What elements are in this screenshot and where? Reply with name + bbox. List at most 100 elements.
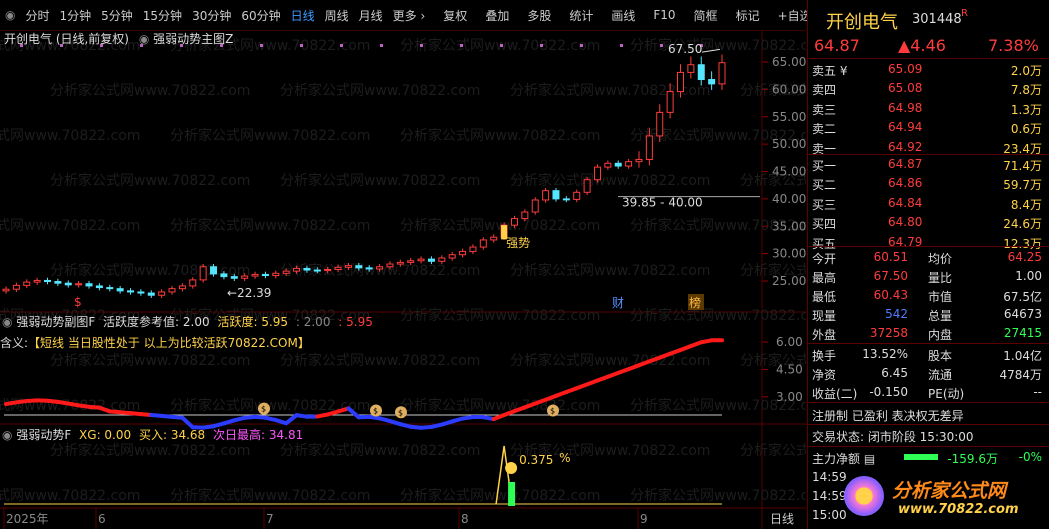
watermark: 分析家公式网www.70822.com xyxy=(510,262,710,279)
candle-body xyxy=(2,288,10,292)
toolbar-button-1[interactable]: 叠加 xyxy=(480,7,514,24)
book-divider xyxy=(808,402,1049,403)
sub1-name[interactable]: 强弱动势副图F xyxy=(16,315,95,329)
candle-body xyxy=(490,236,498,241)
toolbar-button-2[interactable]: 多股 xyxy=(522,7,556,24)
period-tab-2[interactable]: 5分钟 xyxy=(96,7,138,24)
ask-row: 卖四 65.08 7.8万 xyxy=(808,79,1049,98)
toolbar-button-5[interactable]: F10 xyxy=(648,8,680,22)
sub2-name[interactable]: 强弱动势F xyxy=(16,428,71,442)
watermark: 分析家公式网www.70822.com xyxy=(170,217,370,234)
indicator-icon[interactable]: ◉ xyxy=(139,32,149,46)
ask-price: 64.94 xyxy=(888,120,923,135)
stat-row: 今开 60.51 均价 64.25 xyxy=(808,248,1049,267)
netflow-label: 主力净额 ▤ xyxy=(812,452,876,466)
x-tick-label: 9 xyxy=(640,512,648,526)
bid-price: 64.87 xyxy=(888,157,923,171)
quote-text: 总量 xyxy=(928,309,953,323)
period-tab-4[interactable]: 30分钟 xyxy=(187,7,236,24)
top-marker xyxy=(340,44,343,47)
watermark: 分析家公式网www.70822.com xyxy=(400,397,600,414)
high-label: 67.50 xyxy=(668,42,702,56)
toolbar: ◉ 分时 1分钟 5分钟 15分钟 30分钟 60分钟 日线 周线 月线 更多 › 复权 叠加 多股 统计画… xyxy=(0,0,854,31)
ask-price: 65.09 xyxy=(888,62,923,76)
period-tab-9[interactable]: 更多 › xyxy=(388,7,431,24)
bid-row: 买三 64.84 8.4万 xyxy=(808,194,1049,213)
candle-body xyxy=(438,257,446,262)
candle-body xyxy=(95,285,103,289)
sub1-act-label: 活跃度: xyxy=(217,315,258,329)
quote-text: 64.25 xyxy=(1007,250,1042,264)
stat-row: 收益(二) -0.150 PE(动) -- xyxy=(808,383,1049,402)
sub2-buy: 买入: 34.68 xyxy=(138,428,206,442)
y-tick-label: 55.00 xyxy=(772,110,806,124)
money-bag-sign: $ xyxy=(373,406,378,415)
candle-body xyxy=(178,285,186,290)
y-tick-label: 45.00 xyxy=(772,165,806,179)
toolbar-button-7[interactable]: 标记 xyxy=(731,7,765,24)
candle-body xyxy=(293,267,301,272)
quote-text: 均价 xyxy=(928,252,953,266)
period-tab-3[interactable]: 15分钟 xyxy=(138,7,187,24)
indicator-icon[interactable]: ◉ xyxy=(2,428,12,442)
watermark: 分析家公式网www.70822.com xyxy=(280,172,480,189)
stat-row: 净资 6.45 流通 4784万 xyxy=(808,364,1049,383)
strong-label: 强势 xyxy=(506,236,530,250)
candle-body xyxy=(210,266,218,275)
quote-panel: 开创电气 301448 R 64.87 ▲4.46 7.38% 卖五 ¥ 65.0… xyxy=(807,0,1049,529)
y-tick-label: 25.00 xyxy=(772,274,806,288)
candle-body xyxy=(708,79,716,85)
quote-text: 净资 xyxy=(812,368,837,382)
quote-text: 60.51 xyxy=(873,250,908,264)
top-marker xyxy=(580,44,583,47)
candle-body xyxy=(137,291,145,294)
candle-body xyxy=(562,198,570,201)
bid-row: 买一 64.87 71.4万 xyxy=(808,155,1049,174)
book-divider xyxy=(808,446,1049,447)
period-tab-8[interactable]: 月线 xyxy=(354,7,388,24)
candle-body xyxy=(324,269,332,272)
ask-price: 65.08 xyxy=(888,81,923,96)
netflow-value: -159.6万 xyxy=(947,452,998,466)
toolbar-button-6[interactable]: 简框 xyxy=(689,7,723,24)
period-tab-7[interactable]: 周线 xyxy=(320,7,354,24)
netflow-bar xyxy=(904,454,938,460)
book-divider xyxy=(808,424,1049,425)
quote-text: 37258 xyxy=(869,326,908,340)
quote-text: 量比 xyxy=(928,271,953,285)
money-bag-sign: $ xyxy=(398,408,403,417)
quote-pct: 7.38% xyxy=(988,36,1039,55)
main-indicator-name[interactable]: 强弱动势主图Z xyxy=(153,32,233,46)
quote-text: 卖四 xyxy=(812,83,837,98)
marker-bang: 榜 xyxy=(689,295,701,310)
ask-volume: 1.3万 xyxy=(1010,102,1042,117)
logo-url: www.70822.com xyxy=(898,502,1019,517)
watermark: 分析家公式网www.70822.com xyxy=(400,127,600,144)
indicator-icon[interactable]: ◉ xyxy=(2,315,12,329)
period-tab-5[interactable]: 60分钟 xyxy=(236,7,285,24)
quote-text: 13.52% xyxy=(862,347,908,361)
y-tick-label: 65.00 xyxy=(772,55,806,69)
watermark: 分析家公式网www.70822.com xyxy=(280,82,480,99)
candle-body xyxy=(614,162,622,167)
zone-label: 39.85 - 40.00 xyxy=(622,196,703,210)
toolbar-button-4[interactable]: 画线 xyxy=(606,7,640,24)
period-tab-6[interactable]: 日线 xyxy=(286,7,320,24)
quote-text: 买三 xyxy=(812,197,837,212)
top-marker xyxy=(500,44,503,47)
ask-price: 64.98 xyxy=(888,100,923,115)
candle-body xyxy=(75,283,83,286)
candle-body xyxy=(33,279,41,283)
candle-body xyxy=(386,263,394,268)
quote-text: 今开 xyxy=(812,252,837,266)
quote-text: 内盘 xyxy=(928,328,953,342)
toolbar-button-3[interactable]: 统计 xyxy=(564,7,598,24)
toolbar-icon[interactable]: ◉ xyxy=(0,8,20,22)
chart-area[interactable]: 分析家公式网www.70822.com 分析家公式网www.70822.com 分析… xyxy=(0,30,806,529)
period-tab-1[interactable]: 1分钟 xyxy=(55,7,97,24)
watermark: 分析家公式网www.70822.com xyxy=(510,172,710,189)
toolbar-button-0[interactable]: 复权 xyxy=(438,7,472,24)
signal-ratio: 0.375 xyxy=(519,453,553,467)
watermark: 分析家公式网www.70822.com xyxy=(50,262,250,279)
period-tab-0[interactable]: 分时 xyxy=(20,7,54,24)
